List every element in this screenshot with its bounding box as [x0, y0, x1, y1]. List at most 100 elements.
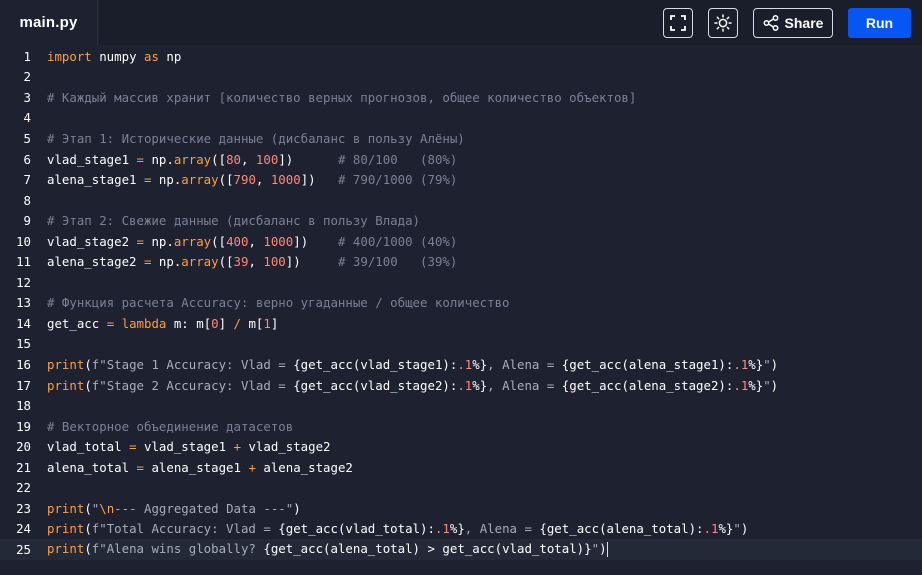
- code-line[interactable]: 21 alena_total = alena_stage1 + alena_sta…: [0, 457, 922, 478]
- line-number: 9: [23, 213, 31, 229]
- run-button[interactable]: Run: [848, 8, 911, 38]
- code-token: (: [84, 521, 92, 537]
- code-token: 1000: [270, 172, 301, 188]
- code-token: \n: [99, 500, 115, 516]
- code-token: {get_acc(vlad_total):: [278, 521, 435, 537]
- code-token: %}: [748, 377, 764, 393]
- code-token: 100: [255, 151, 279, 167]
- top-bar: main.py Share Run: [0, 0, 922, 45]
- code-line[interactable]: 1 import numpy as np: [0, 46, 922, 67]
- code-token: =: [129, 439, 137, 455]
- code-token: ([: [211, 233, 227, 249]
- code-line[interactable]: 9 # Этап 2: Свежие данные (дисбаланс в по…: [0, 210, 922, 231]
- code-token: # 80/100 (80%): [338, 151, 458, 167]
- code-token: ]: [218, 315, 234, 331]
- code-line[interactable]: 23 print("\n--- Aggregated Data ---"): [0, 498, 922, 519]
- code-token: # Этап 2: Свежие данные (дисбаланс в пол…: [47, 213, 420, 229]
- code-line[interactable]: 15: [0, 334, 922, 355]
- code-line[interactable]: 17 print(f"Stage 2 Accuracy: Vlad = {get_…: [0, 375, 922, 396]
- code-text: vlad_total = vlad_stage1 + vlad_stage2: [47, 439, 331, 454]
- code-token: ([: [218, 172, 234, 188]
- code-token: ]): [285, 254, 338, 270]
- code-token: (: [84, 541, 92, 557]
- code-token: .1: [733, 357, 749, 372]
- code-line[interactable]: 19 # Векторное объединение датасетов: [0, 416, 922, 437]
- code-token: 790: [233, 172, 256, 188]
- code-token: lambda: [121, 315, 167, 331]
- code-line[interactable]: 10 vlad_stage2 = np.array([400, 1000]) # …: [0, 231, 922, 252]
- code-token: , Alena =: [487, 377, 562, 393]
- code-line[interactable]: 4: [0, 108, 922, 129]
- file-tab-main-py[interactable]: main.py: [0, 0, 98, 45]
- code-token: f"Total Accuracy: Vlad =: [91, 521, 279, 537]
- line-number: 13: [16, 295, 31, 311]
- code-token: %}: [472, 357, 488, 372]
- code-line[interactable]: 13 # Функция расчета Accuracy: верно угад…: [0, 293, 922, 314]
- code-token: print: [47, 541, 85, 557]
- file-tab-label: main.py: [19, 14, 78, 31]
- code-token: alena_stage2: [47, 254, 144, 270]
- code-line[interactable]: 24 print(f"Total Accuracy: Vlad = {get_ac…: [0, 519, 922, 540]
- code-token: .1: [457, 377, 473, 393]
- code-line[interactable]: 2: [0, 67, 922, 88]
- code-line[interactable]: 5 # Этап 1: Исторические данные (дисбалан…: [0, 128, 922, 149]
- code-line[interactable]: 25 print(f"Alena wins globally? {get_acc(…: [0, 539, 922, 560]
- code-token: as: [143, 48, 159, 64]
- code-line[interactable]: 22: [0, 478, 922, 499]
- code-token: ]: [270, 315, 279, 331]
- line-number: 22: [16, 480, 31, 496]
- code-token: 1: [263, 315, 271, 331]
- line-number: 6: [23, 151, 31, 167]
- code-line[interactable]: 7 alena_stage1 = np.array([790, 1000]) # …: [0, 169, 922, 190]
- code-text: print(f"Stage 2 Accuracy: Vlad = {get_ac…: [47, 378, 778, 393]
- line-number: 11: [16, 254, 31, 270]
- line-number: 20: [16, 439, 31, 455]
- code-token: np: [158, 48, 182, 64]
- theme-toggle-button[interactable]: [708, 8, 738, 38]
- share-button[interactable]: Share: [753, 8, 833, 38]
- theme-toggle-icon: [714, 14, 732, 32]
- code-token: # Этап 1: Исторические данные (дисбаланс…: [47, 130, 465, 146]
- code-line[interactable]: 18: [0, 395, 922, 416]
- fullscreen-button[interactable]: [663, 8, 693, 38]
- code-line[interactable]: 16 print(f"Stage 1 Accuracy: Vlad = {get_…: [0, 354, 922, 375]
- code-token: vlad_stage1: [47, 151, 137, 167]
- code-token: ,: [255, 172, 271, 188]
- code-line[interactable]: 11 alena_stage2 = np.array([39, 100]) # 3…: [0, 252, 922, 273]
- code-editor[interactable]: 1 import numpy as np 2 3 # Каждый массив хра…: [0, 46, 922, 575]
- code-token: f"Stage 1 Accuracy: Vlad =: [91, 357, 294, 372]
- code-token: array: [173, 233, 212, 249]
- line-number: 17: [16, 377, 31, 393]
- share-icon: [763, 15, 778, 31]
- line-number: 7: [23, 172, 31, 188]
- code-line[interactable]: 3 # Каждый массив хранит [количество верн…: [0, 87, 922, 108]
- code-text: # Этап 2: Свежие данные (дисбаланс в пол…: [47, 213, 420, 228]
- code-line[interactable]: 20 vlad_total = vlad_stage1 + vlad_stage2: [0, 436, 922, 457]
- code-token: (: [84, 500, 92, 516]
- code-token: alena_stage2: [255, 459, 353, 475]
- code-token: m[: [241, 315, 264, 331]
- code-line[interactable]: 6 vlad_stage1 = np.array([80, 100]) # 80/…: [0, 149, 922, 170]
- code-token: # Каждый массив хранит [количество верны…: [47, 89, 637, 105]
- code-token: /: [233, 315, 242, 331]
- run-label: Run: [865, 15, 894, 31]
- code-line[interactable]: 12: [0, 272, 922, 293]
- code-token: 80: [226, 151, 241, 167]
- code-token: ": [591, 541, 600, 557]
- code-text: print(f"Stage 1 Accuracy: Vlad = {get_ac…: [47, 357, 778, 372]
- line-number: 2: [23, 69, 31, 85]
- code-token: get_acc: [47, 315, 107, 331]
- code-token: array: [181, 172, 219, 188]
- line-number: 5: [23, 130, 31, 146]
- text-cursor: [606, 542, 608, 558]
- line-number: 14: [16, 315, 31, 331]
- code-text: print(f"Alena wins globally? {get_acc(al…: [47, 541, 608, 558]
- line-number: 16: [16, 357, 31, 372]
- code-token: ": [733, 521, 741, 537]
- code-text: alena_stage1 = np.array([790, 1000]) # 7…: [47, 172, 457, 187]
- code-line[interactable]: 14 get_acc = lambda m: m[0] / m[1]: [0, 313, 922, 334]
- code-token: {get_acc(alena_total):: [539, 521, 704, 537]
- code-line[interactable]: 8: [0, 190, 922, 211]
- code-token: np.: [151, 254, 182, 270]
- code-token: 400: [226, 233, 249, 249]
